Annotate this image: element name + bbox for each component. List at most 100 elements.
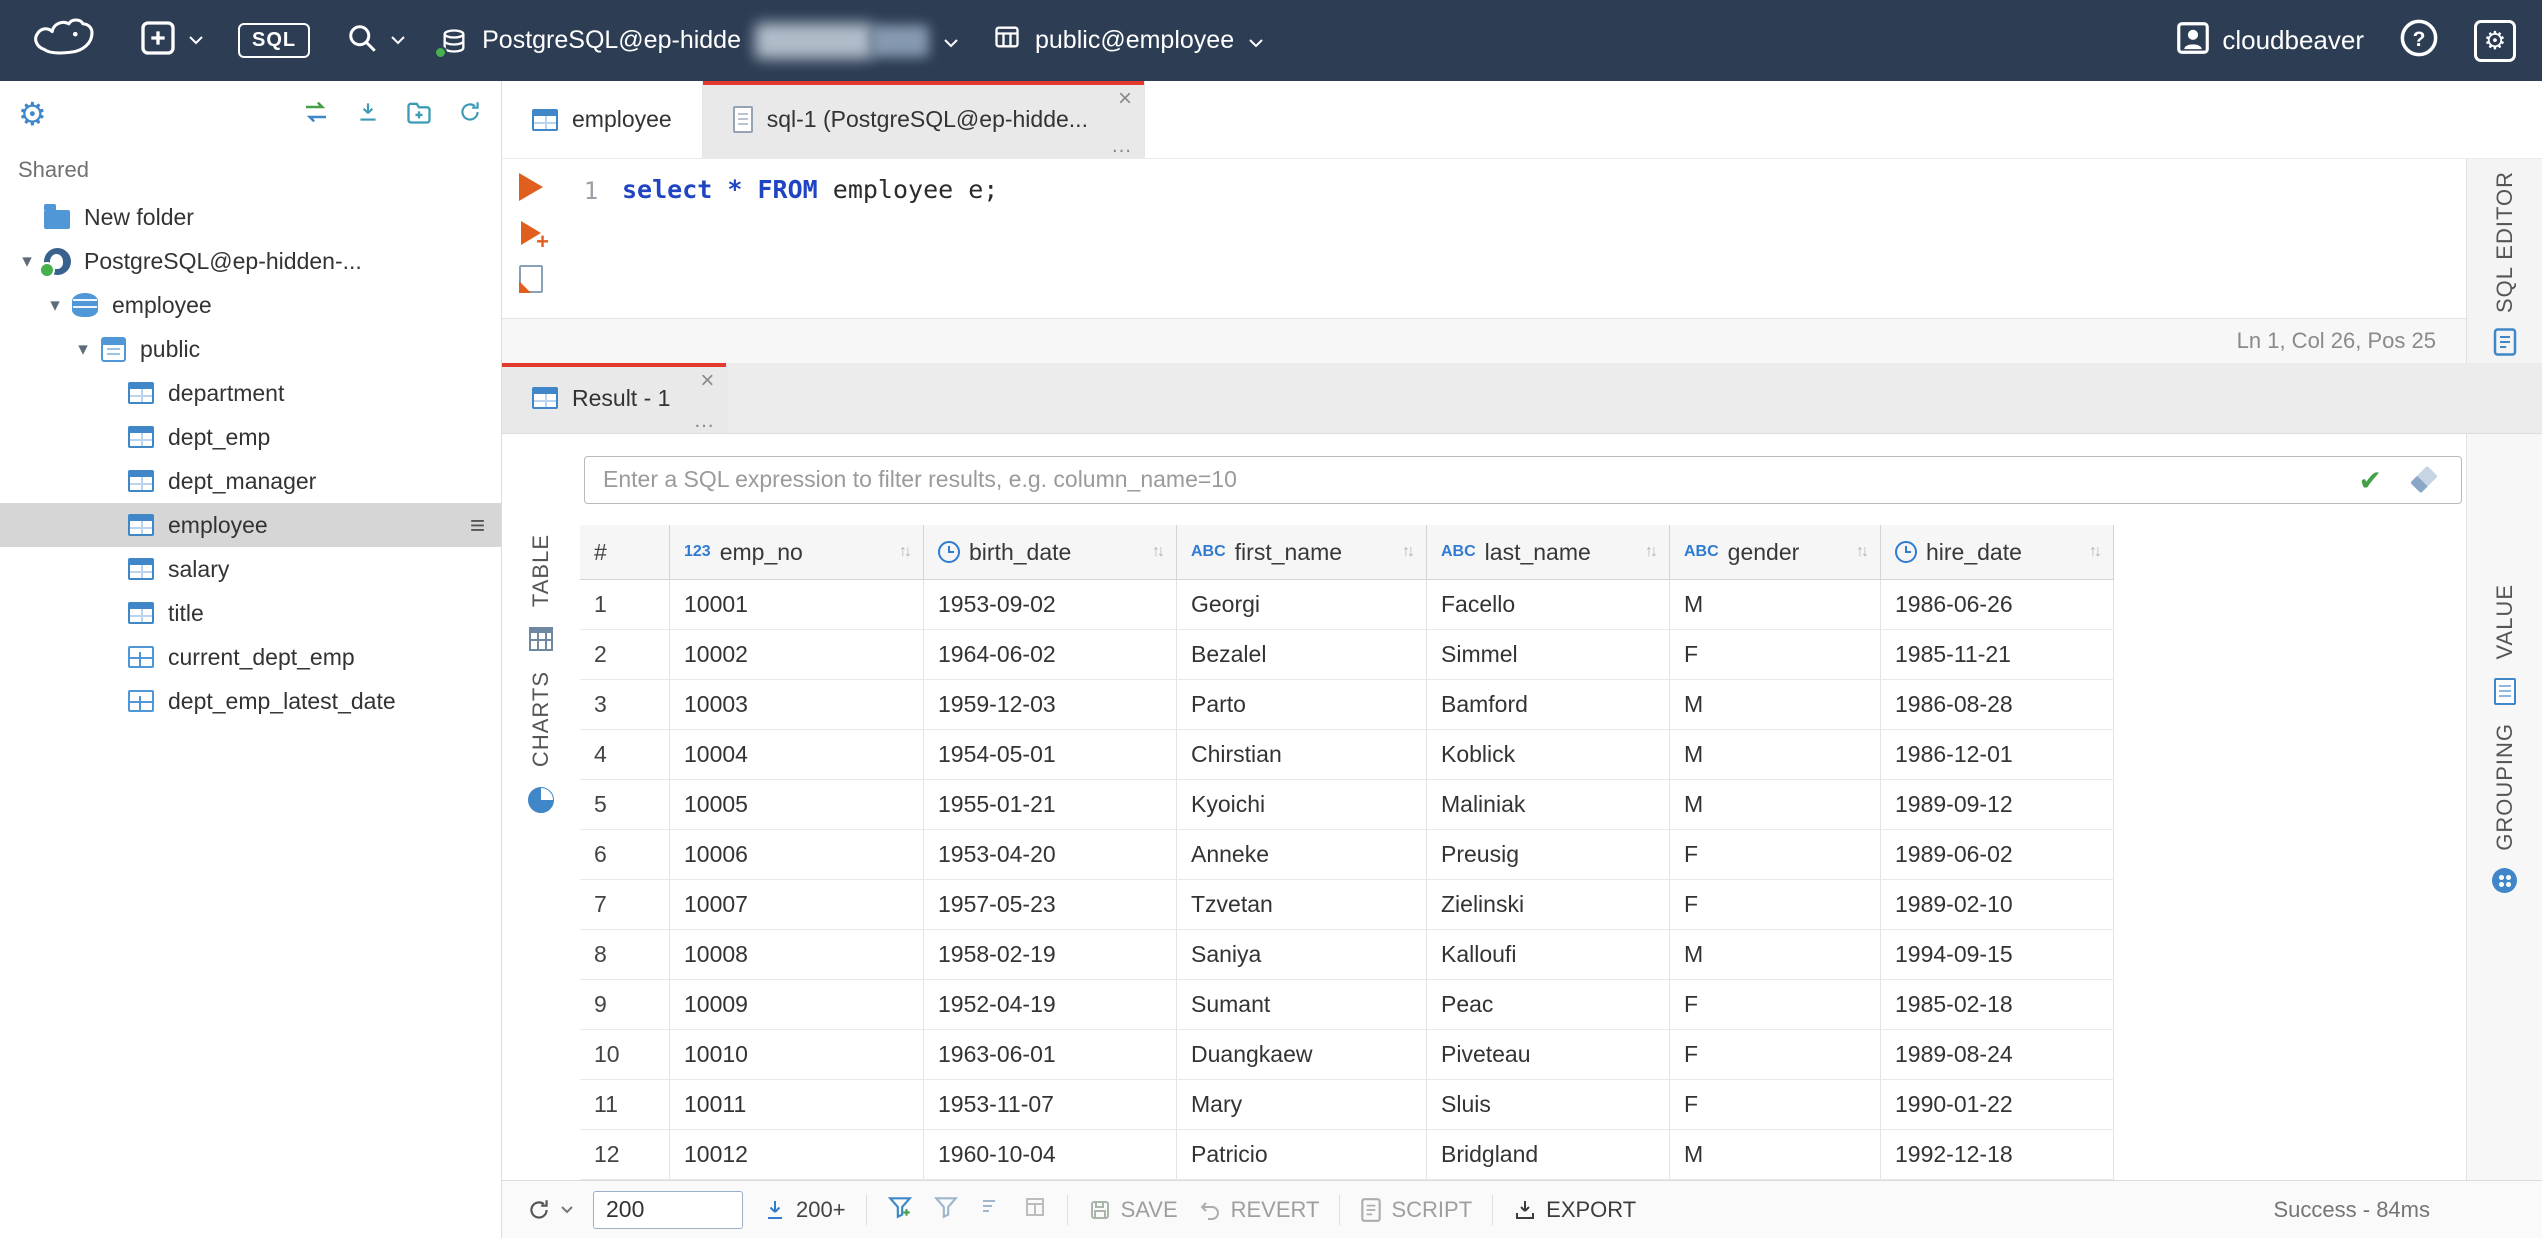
pie-chart-icon[interactable]	[528, 787, 554, 814]
grid-cell[interactable]: Anneke	[1177, 830, 1427, 879]
grid-cell[interactable]: 10012	[670, 1130, 924, 1179]
grid-cell[interactable]: 1960-10-04	[924, 1130, 1177, 1179]
grid-cell[interactable]: M	[1670, 730, 1881, 779]
tree-item[interactable]: dept_manager	[0, 459, 501, 503]
add-filter-icon[interactable]	[887, 1195, 913, 1225]
refresh-result-button[interactable]	[526, 1197, 573, 1223]
row-number-cell[interactable]: 8	[580, 930, 670, 979]
sync-connections-icon[interactable]	[301, 99, 331, 130]
tab-employee[interactable]: employee	[502, 81, 703, 158]
grid-cell[interactable]: F	[1670, 830, 1881, 879]
grid-cell[interactable]: F	[1670, 1030, 1881, 1079]
new-object-button[interactable]	[138, 18, 204, 63]
grid-cell[interactable]: 1992-12-18	[1881, 1130, 2114, 1179]
tab-value[interactable]: VALUE	[2492, 584, 2518, 660]
revert-button[interactable]: REVERT	[1198, 1197, 1319, 1223]
grid-cell[interactable]: Chirstian	[1177, 730, 1427, 779]
sort-icon[interactable]: ↑↓	[1856, 543, 1870, 561]
grid-cell[interactable]: Simmel	[1427, 630, 1670, 679]
tab-charts[interactable]: CHARTS	[528, 671, 554, 767]
export-button[interactable]: EXPORT	[1513, 1197, 1636, 1223]
grid-cell[interactable]: 10003	[670, 680, 924, 729]
grid-cell[interactable]: 1953-11-07	[924, 1080, 1177, 1129]
row-number-cell[interactable]: 4	[580, 730, 670, 779]
grid-cell[interactable]: 1986-08-28	[1881, 680, 2114, 729]
column-header[interactable]: ABC gender ↑↓	[1670, 525, 1881, 579]
grid-cell[interactable]: 10010	[670, 1030, 924, 1079]
grid-cell[interactable]: 10011	[670, 1080, 924, 1129]
row-number-cell[interactable]: 9	[580, 980, 670, 1029]
grid-cell[interactable]: 1989-02-10	[1881, 880, 2114, 929]
grid-cell[interactable]: F	[1670, 630, 1881, 679]
column-header[interactable]: hire_date ↑↓	[1881, 525, 2114, 579]
value-panel-icon[interactable]	[2493, 677, 2516, 705]
tab-menu-dots[interactable]: …	[693, 410, 714, 431]
execute-new-tab-icon[interactable]: +	[521, 221, 549, 254]
tab-grouping[interactable]: GROUPING	[2492, 723, 2518, 851]
grid-cell[interactable]: Koblick	[1427, 730, 1670, 779]
column-header[interactable]: ABC last_name ↑↓	[1427, 525, 1670, 579]
grid-cell[interactable]: Parto	[1177, 680, 1427, 729]
tree-item[interactable]: title	[0, 591, 501, 635]
grid-cell[interactable]: 1953-09-02	[924, 580, 1177, 629]
sort-icon[interactable]: ↑↓	[1645, 543, 1659, 561]
grid-cell[interactable]: 1963-06-01	[924, 1030, 1177, 1079]
grid-cell[interactable]: 1985-02-18	[1881, 980, 2114, 1029]
tree-item[interactable]: dept_emp	[0, 415, 501, 459]
tab-table[interactable]: TABLE	[528, 534, 554, 607]
connection-selector[interactable]: PostgreSQL@ep-hidde	[434, 22, 959, 59]
close-icon[interactable]: ×	[700, 369, 714, 393]
tree-item[interactable]: ▾ employee	[0, 283, 501, 327]
grid-cell[interactable]: Maliniak	[1427, 780, 1670, 829]
grid-cell[interactable]: 1986-06-26	[1881, 580, 2114, 629]
tree-chevron[interactable]: ▾	[12, 250, 42, 273]
grid-cell[interactable]: 1985-11-21	[1881, 630, 2114, 679]
row-number-cell[interactable]: 7	[580, 880, 670, 929]
collapse-all-icon[interactable]	[355, 99, 381, 130]
grid-cell[interactable]: Mary	[1177, 1080, 1427, 1129]
grid-cell[interactable]: 10009	[670, 980, 924, 1029]
tree-item[interactable]: current_dept_emp	[0, 635, 501, 679]
grid-cell[interactable]: 10008	[670, 930, 924, 979]
grid-cell[interactable]: Tzvetan	[1177, 880, 1427, 929]
grid-cell[interactable]: 10007	[670, 880, 924, 929]
execute-query-icon[interactable]	[519, 173, 543, 201]
tree-item[interactable]: ▾ public	[0, 327, 501, 371]
tree-chevron[interactable]: ▾	[68, 338, 98, 361]
table-view-icon[interactable]	[529, 627, 553, 652]
row-number-cell[interactable]: 10	[580, 1030, 670, 1079]
grid-cell[interactable]: Duangkaew	[1177, 1030, 1427, 1079]
grid-cell[interactable]: 1959-12-03	[924, 680, 1177, 729]
grid-cell[interactable]: Zielinski	[1427, 880, 1670, 929]
grid-cell[interactable]: Georgi	[1177, 580, 1427, 629]
sort-icon[interactable]: ↑↓	[899, 543, 913, 561]
grid-cell[interactable]: F	[1670, 880, 1881, 929]
grid-cell[interactable]: 1989-08-24	[1881, 1030, 2114, 1079]
code-editor[interactable]: select * FROM employee e;	[622, 159, 2466, 318]
save-button[interactable]: SAVE	[1088, 1197, 1178, 1223]
row-number-cell[interactable]: 3	[580, 680, 670, 729]
column-header[interactable]: ABC first_name ↑↓	[1177, 525, 1427, 579]
row-number-header[interactable]: #	[580, 525, 670, 579]
schema-selector[interactable]: public@employee	[993, 23, 1264, 58]
help-button[interactable]: ?	[2398, 17, 2440, 64]
grid-cell[interactable]: 10001	[670, 580, 924, 629]
order-icon[interactable]	[979, 1196, 1003, 1224]
sort-icon[interactable]: ↑↓	[1152, 543, 1166, 561]
grid-cell[interactable]: Patricio	[1177, 1130, 1427, 1179]
filter-input[interactable]	[584, 455, 2462, 504]
grid-cell[interactable]: 10005	[670, 780, 924, 829]
grid-cell[interactable]: 10006	[670, 830, 924, 879]
row-number-cell[interactable]: 11	[580, 1080, 670, 1129]
grid-cell[interactable]: 1964-06-02	[924, 630, 1177, 679]
grid-cell[interactable]: M	[1670, 780, 1881, 829]
row-number-cell[interactable]: 12	[580, 1130, 670, 1179]
grid-cell[interactable]: Kyoichi	[1177, 780, 1427, 829]
new-folder-icon[interactable]	[405, 99, 433, 130]
grid-cell[interactable]: 1989-09-12	[1881, 780, 2114, 829]
grid-cell[interactable]: F	[1670, 1080, 1881, 1129]
execute-script-icon[interactable]	[519, 265, 543, 293]
grid-cell[interactable]: 1955-01-21	[924, 780, 1177, 829]
grid-cell[interactable]: Preusig	[1427, 830, 1670, 879]
sort-icon[interactable]: ↑↓	[2089, 543, 2103, 561]
